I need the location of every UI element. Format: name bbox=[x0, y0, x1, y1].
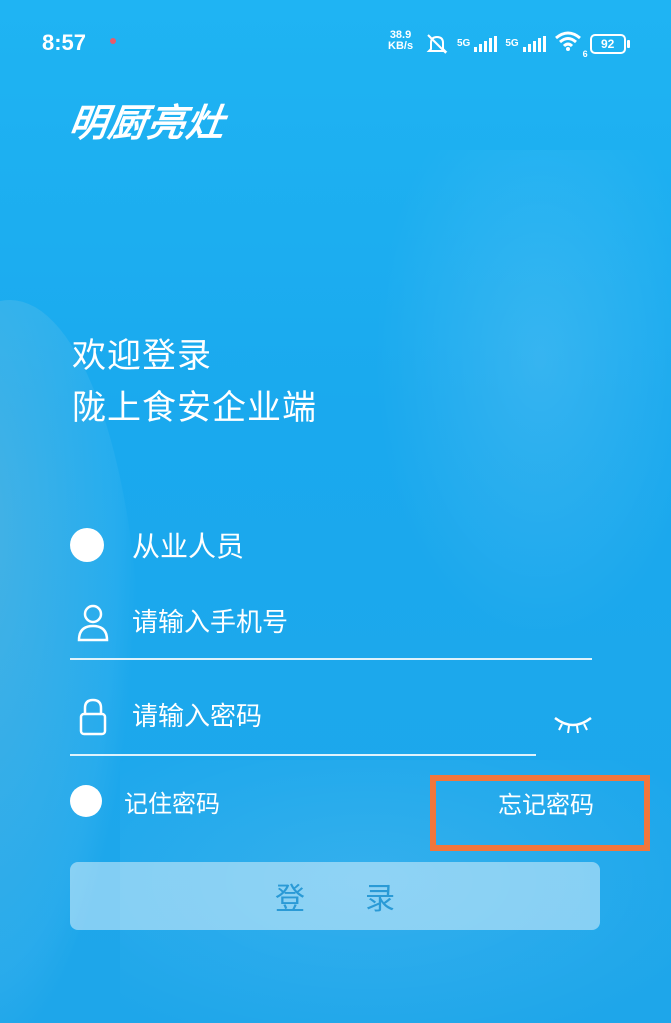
user-icon bbox=[77, 604, 109, 642]
login-button[interactable]: 登录 bbox=[70, 862, 600, 930]
network-speed: 38.9 KB/s bbox=[388, 30, 413, 52]
remember-password-option[interactable]: 记住密码 bbox=[70, 783, 220, 819]
notification-dot-icon bbox=[110, 38, 116, 44]
highlight-box bbox=[430, 775, 650, 851]
phone-field bbox=[70, 598, 592, 660]
eye-closed-icon[interactable] bbox=[552, 712, 594, 736]
mute-bell-icon bbox=[426, 33, 448, 54]
app-logo: 明厨亮灶 bbox=[66, 100, 229, 145]
password-input[interactable] bbox=[130, 694, 564, 740]
wifi-group: 6 bbox=[554, 30, 588, 59]
net-speed-unit: KB/s bbox=[388, 40, 414, 52]
signal2-bars-icon bbox=[522, 35, 546, 52]
remember-label: 记住密码 bbox=[124, 789, 220, 818]
welcome-line-2: 陇上食安企业端 bbox=[72, 388, 317, 428]
status-icons: 5G 5G 6 92 bbox=[425, 30, 630, 59]
welcome-heading: 欢迎登录 陇上食安企业端 bbox=[72, 330, 317, 434]
wifi-badge: 6 bbox=[582, 49, 588, 59]
password-field bbox=[70, 692, 564, 756]
phone-input[interactable] bbox=[130, 600, 564, 646]
signal1-label: 5G bbox=[457, 38, 471, 49]
battery-icon: 92 bbox=[589, 33, 630, 54]
glass-reflection bbox=[360, 150, 671, 670]
signal1-bars-icon bbox=[474, 35, 498, 52]
role-option[interactable]: 从业人员 bbox=[70, 525, 244, 565]
role-label: 从业人员 bbox=[132, 530, 245, 563]
signal2-label: 5G bbox=[505, 38, 519, 49]
lock-icon bbox=[79, 698, 107, 736]
status-bar: 8:57 38.9 KB/s 5G 5G 6 92 bbox=[0, 0, 671, 88]
welcome-line-1: 欢迎登录 bbox=[72, 336, 212, 376]
status-time: 8:57 bbox=[42, 30, 87, 55]
remember-radio[interactable] bbox=[70, 785, 102, 817]
wifi-icon bbox=[554, 31, 581, 51]
role-radio[interactable] bbox=[70, 528, 104, 562]
